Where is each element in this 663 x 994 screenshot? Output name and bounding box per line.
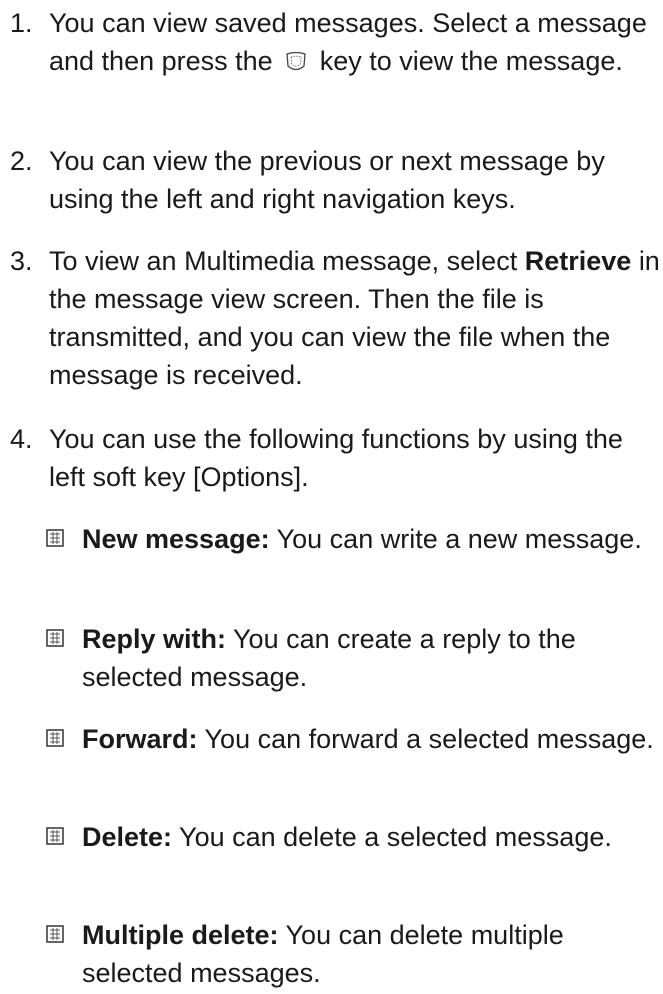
option-label: Reply with: xyxy=(82,624,227,654)
bullet-square-icon xyxy=(46,529,64,547)
step-1: 1. You can view saved messages. Select a… xyxy=(10,4,660,80)
option-label: Multiple delete: xyxy=(82,920,279,950)
option-description: You can forward a selected message. xyxy=(204,724,654,754)
retrieve-keyword: Retrieve xyxy=(524,246,632,276)
bullet-square-icon xyxy=(46,729,64,747)
option-reply-with: Reply with: You can create a reply to th… xyxy=(46,620,658,696)
option-description: You can write a new message. xyxy=(276,524,642,554)
bullet-square-icon xyxy=(46,925,64,943)
step-text: You can use the following functions by u… xyxy=(49,424,623,492)
option-label: Forward: xyxy=(82,724,198,754)
option-forward: Forward: You can forward a selected mess… xyxy=(46,720,658,758)
step-text: You can view the previous or next messag… xyxy=(49,146,605,214)
step-text: To view an Multimedia message, select Re… xyxy=(49,246,660,390)
step-4: 4. You can use the following functions b… xyxy=(10,420,660,496)
ok-key-icon xyxy=(286,51,306,71)
step-number: 2. xyxy=(10,146,33,176)
step-number: 3. xyxy=(10,246,33,276)
step-number: 1. xyxy=(10,8,33,38)
option-delete: Delete: You can delete a selected messag… xyxy=(46,818,658,856)
option-multiple-delete: Multiple delete: You can delete multiple… xyxy=(46,916,658,992)
step-number: 4. xyxy=(10,424,33,454)
step-3: 3. To view an Multimedia message, select… xyxy=(10,242,660,394)
option-label: New message: xyxy=(82,524,270,554)
option-new-message: New message: You can write a new message… xyxy=(46,520,658,558)
option-description: You can delete a selected message. xyxy=(179,822,612,852)
bullet-square-icon xyxy=(46,629,64,647)
step-text: You can view saved messages. Select a me… xyxy=(49,8,647,76)
option-label: Delete: xyxy=(82,822,173,852)
manual-page: 1. You can view saved messages. Select a… xyxy=(0,0,663,994)
bullet-square-icon xyxy=(46,827,64,845)
step-2: 2. You can view the previous or next mes… xyxy=(10,142,660,218)
